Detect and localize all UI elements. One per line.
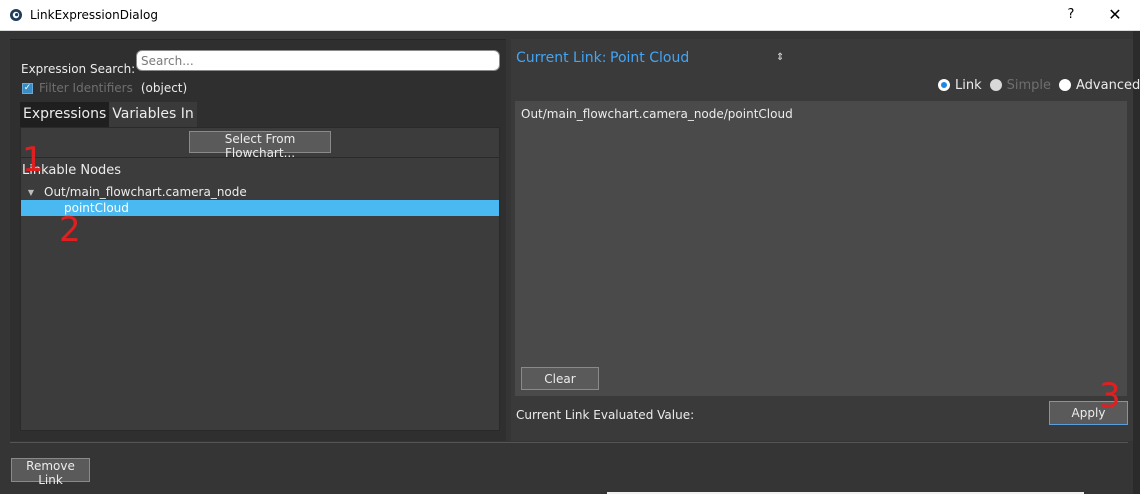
annotation-marker-1: 1: [22, 140, 44, 180]
radio-simple-label: Simple: [1006, 77, 1052, 93]
dialog-body: Expression Search: ✓ Filter Identifiers …: [0, 31, 1140, 494]
link-mode-radios: Link Simple Advanced: [938, 77, 1140, 93]
expressions-tab-content: Select From Flowchart... Linkable Nodes …: [20, 127, 500, 431]
current-link-label: Current Link:: [516, 50, 607, 66]
filter-identifiers-row: ✓ Filter Identifiers (object): [22, 80, 187, 96]
right-edge-strip: [1133, 31, 1140, 494]
filter-identifiers-checkbox[interactable]: ✓: [22, 82, 33, 94]
app-eye-icon: [10, 9, 22, 21]
footer-divider: [10, 442, 1128, 443]
evaluated-value-label: Current Link Evaluated Value:: [516, 408, 695, 422]
current-link-panel: Current Link: Point Cloud ⇕ Link Simple …: [511, 39, 1140, 441]
radio-link-label: Link: [955, 77, 982, 93]
annotation-marker-2: 2: [59, 210, 81, 250]
select-arrows-icon[interactable]: ⇕: [776, 50, 784, 66]
radio-advanced-label: Advanced: [1076, 77, 1140, 93]
tree-node-pointcloud[interactable]: pointCloud: [21, 200, 499, 216]
tab-variables-in[interactable]: Variables In: [109, 102, 197, 127]
select-button-bar: Select From Flowchart...: [21, 128, 499, 160]
window-title: LinkExpressionDialog: [30, 8, 158, 22]
search-label: Expression Search:: [21, 62, 136, 76]
close-button[interactable]: ✕: [1098, 3, 1132, 27]
clear-button[interactable]: Clear: [521, 367, 599, 390]
panel-tabs: Expressions Variables In: [20, 102, 197, 127]
expression-text: Out/main_flowchart.camera_node/pointClou…: [521, 107, 793, 121]
tree-node-label: Out/main_flowchart.camera_node: [44, 185, 247, 199]
tree-node-camera[interactable]: ▼ Out/main_flowchart.camera_node: [21, 183, 499, 201]
expressions-panel: Expression Search: ✓ Filter Identifiers …: [10, 39, 506, 441]
radio-link[interactable]: [938, 79, 950, 91]
title-bar: LinkExpressionDialog ? ✕: [0, 0, 1140, 31]
filter-identifiers-label: Filter Identifiers: [39, 81, 133, 95]
expression-editor[interactable]: Out/main_flowchart.camera_node/pointClou…: [515, 101, 1127, 396]
current-link-select[interactable]: Point Cloud: [610, 50, 689, 66]
tab-expressions[interactable]: Expressions: [20, 102, 110, 127]
radio-advanced[interactable]: [1059, 79, 1072, 91]
filter-type-label: (object): [140, 81, 188, 95]
annotation-marker-3: 3: [1099, 376, 1121, 416]
remove-link-button[interactable]: Remove Link: [11, 458, 90, 487]
tree-expand-arrow-icon[interactable]: ▼: [21, 188, 41, 197]
select-from-flowchart-button[interactable]: Select From Flowchart...: [189, 131, 331, 160]
search-input[interactable]: [136, 50, 500, 71]
radio-simple[interactable]: [989, 79, 1002, 91]
help-button[interactable]: ?: [1054, 3, 1088, 27]
